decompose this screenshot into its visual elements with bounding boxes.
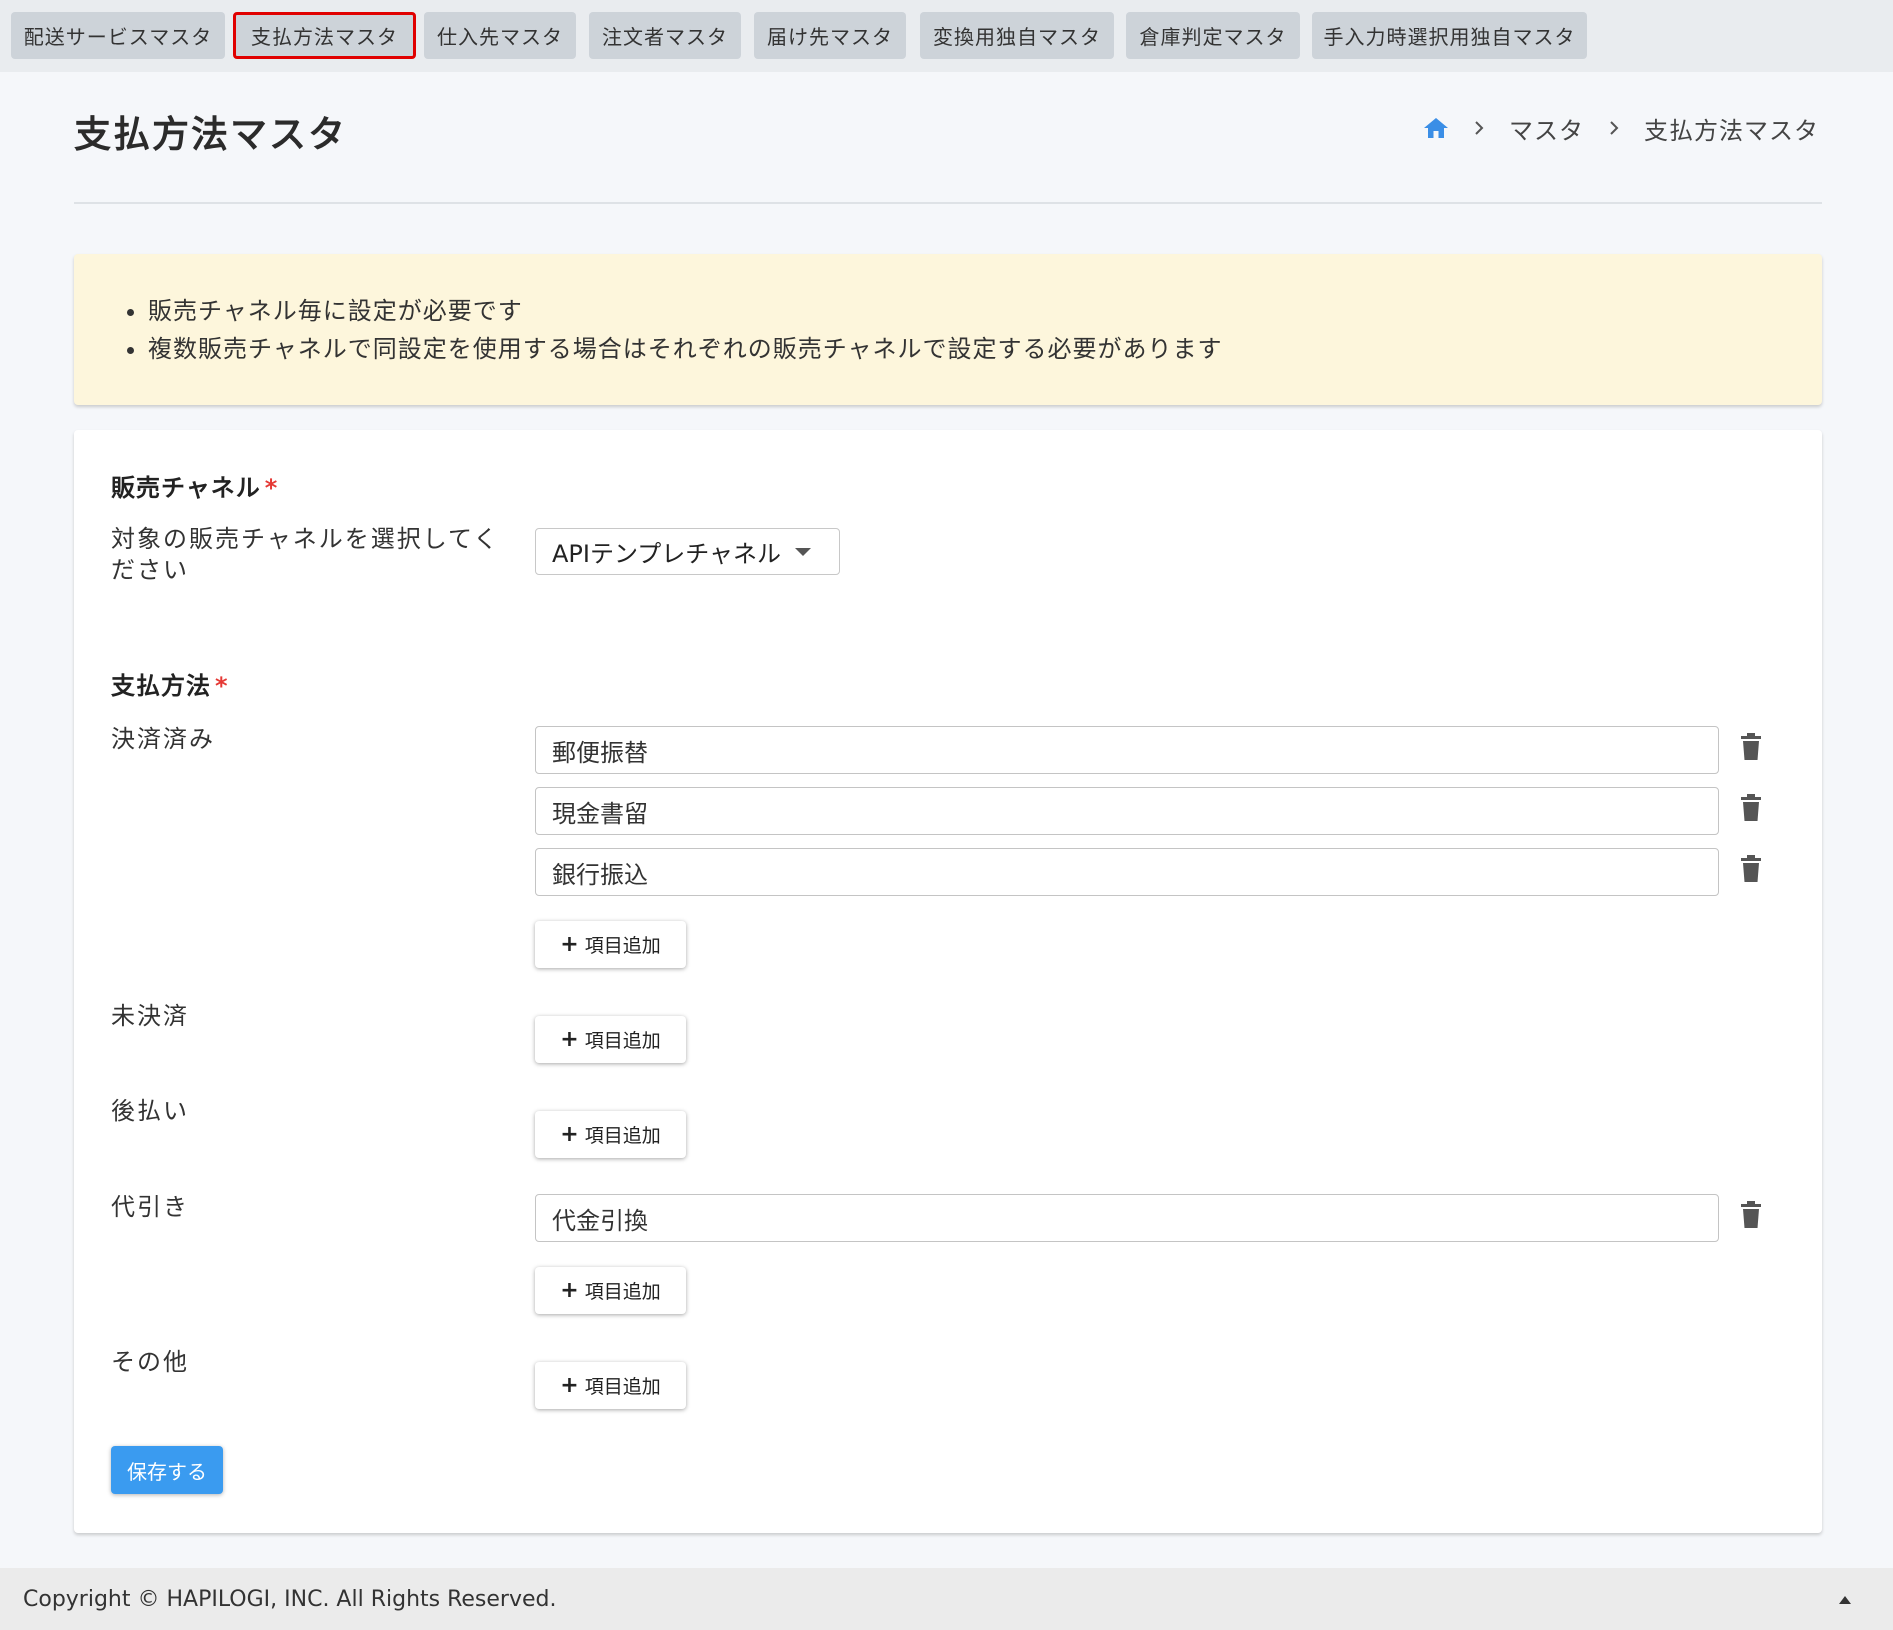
sales-channel-label: 対象の販売チャネルを選択してください [111,525,500,584]
add-item-label: 項目追加 [584,1376,661,1398]
add-item-button-paid[interactable]: + 項目追加 [535,921,686,968]
payment-title: 支払方法 [111,672,211,700]
group-label-cod: 代引き [111,1193,189,1221]
sales-channel-select[interactable]: APIテンプレチャネル [535,528,840,575]
payment-item-input[interactable] [535,848,1719,896]
required-mark: * [215,672,229,700]
group-label-paid: 決済済み [111,725,215,753]
add-item-label: 項目追加 [584,1030,661,1052]
plus-icon: + [560,1278,579,1303]
copyright-text: Copyright © HAPILOGI, INC. All Rights Re… [23,1586,557,1612]
tab-manual-input-master[interactable]: 手入力時選択用独自マスタ [1312,12,1587,59]
save-button[interactable]: 保存する [111,1446,223,1494]
settings-card: 販売チャネル * 対象の販売チャネルを選択してください APIテンプレチャネル 支… [74,430,1822,1533]
sales-channel-heading: 販売チャネル * [111,468,278,503]
dropdown-caret-icon [795,547,812,556]
tab-payment-method-master[interactable]: 支払方法マスタ [233,12,416,59]
tab-conversion-master[interactable]: 変換用独自マスタ [920,12,1114,59]
group-label-deferred: 後払い [111,1097,189,1125]
scroll-to-top-icon[interactable] [1839,1596,1851,1604]
breadcrumb-item-current: 支払方法マスタ [1644,116,1819,145]
chevron-right-icon [1473,120,1485,136]
add-item-label: 項目追加 [584,1281,661,1303]
add-item-button-unpaid[interactable]: + 項目追加 [535,1016,686,1063]
trash-icon[interactable] [1739,733,1763,761]
group-label-other: その他 [111,1348,189,1376]
payment-item-input[interactable] [535,1194,1719,1242]
add-item-label: 項目追加 [584,1125,661,1147]
add-item-button-other[interactable]: + 項目追加 [535,1362,686,1409]
group-label-unpaid: 未決済 [111,1002,189,1030]
plus-icon: + [560,932,579,957]
tab-supplier-master[interactable]: 仕入先マスタ [424,12,576,59]
home-icon[interactable] [1423,116,1449,140]
notice-box: 販売チャネル毎に設定が必要です 複数販売チャネルで同設定を使用する場合はそれぞれ… [74,254,1822,405]
tab-delivery-address-master[interactable]: 届け先マスタ [754,12,906,59]
trash-icon[interactable] [1739,794,1763,822]
trash-icon[interactable] [1739,1201,1763,1229]
add-item-button-deferred[interactable]: + 項目追加 [535,1111,686,1158]
title-divider [74,202,1822,204]
plus-icon: + [560,1027,579,1052]
payment-item-input[interactable] [535,726,1719,774]
sales-channel-title: 販売チャネル [111,474,261,502]
trash-icon[interactable] [1739,855,1763,883]
payment-item-input[interactable] [535,787,1719,835]
plus-icon: + [560,1122,579,1147]
sales-channel-selected-value: APIテンプレチャネル [552,540,782,568]
tab-warehouse-master[interactable]: 倉庫判定マスタ [1126,12,1300,59]
notice-item: 販売チャネル毎に設定が必要です [148,292,1822,330]
notice-item: 複数販売チャネルで同設定を使用する場合はそれぞれの販売チャネルで設定する必要があ… [148,330,1822,368]
page-title: 支払方法マスタ [74,113,347,156]
chevron-right-icon [1608,120,1620,136]
required-mark: * [264,474,279,502]
payment-heading: 支払方法 * [111,666,229,701]
add-item-label: 項目追加 [584,935,661,957]
master-tab-bar: 配送サービスマスタ 支払方法マスタ 仕入先マスタ 注文者マスタ 届け先マスタ 変… [0,0,1893,72]
footer: Copyright © HAPILOGI, INC. All Rights Re… [0,1568,1893,1630]
breadcrumb: マスタ 支払方法マスタ [1423,110,1819,146]
tab-orderer-master[interactable]: 注文者マスタ [589,12,741,59]
plus-icon: + [560,1373,579,1398]
breadcrumb-item-master[interactable]: マスタ [1509,111,1584,146]
add-item-button-cod[interactable]: + 項目追加 [535,1267,686,1314]
tab-delivery-service-master[interactable]: 配送サービスマスタ [11,12,225,59]
